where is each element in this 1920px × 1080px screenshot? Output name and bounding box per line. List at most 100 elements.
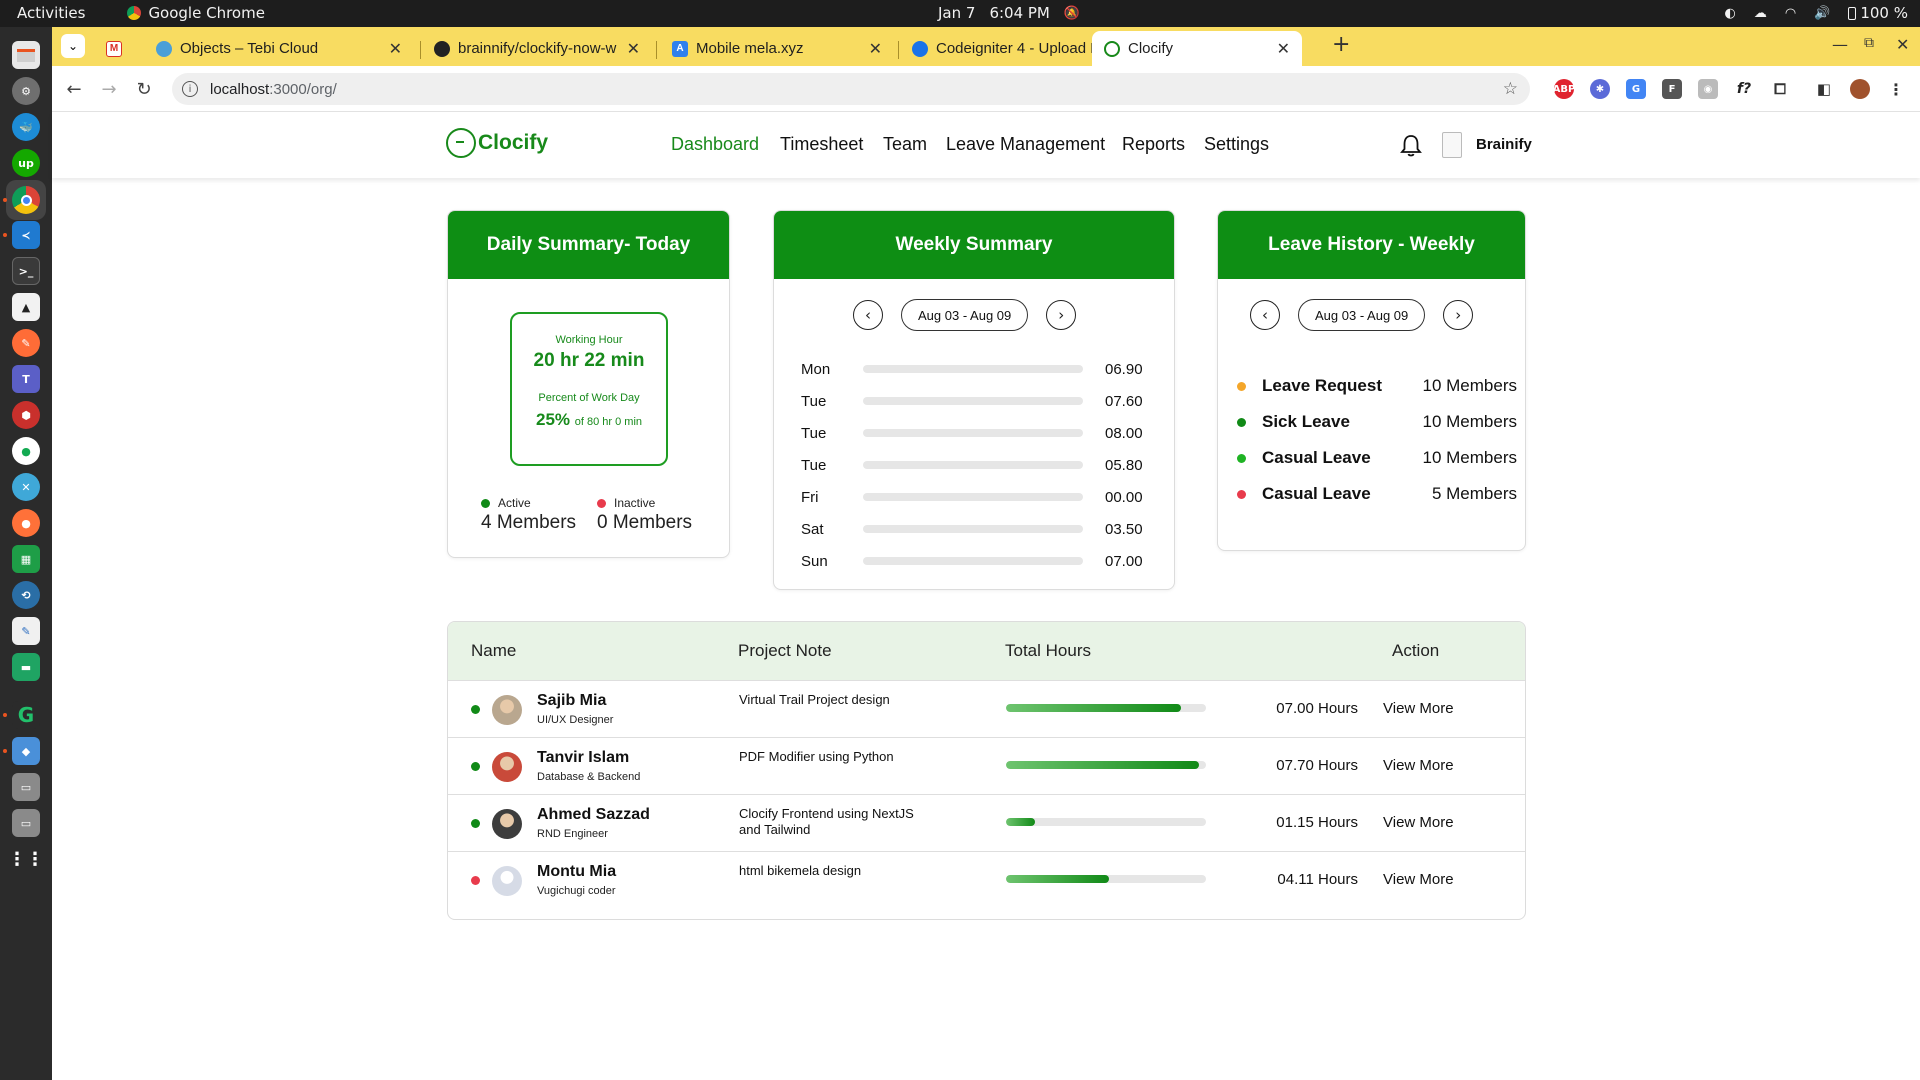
previous-week-button[interactable]: ‹ (853, 300, 883, 330)
close-window-button[interactable]: ✕ (1896, 35, 1909, 54)
minimize-icon: — (1832, 35, 1848, 54)
close-tab-icon[interactable]: ✕ (627, 39, 640, 59)
tab-tebi-cloud[interactable]: Objects – Tebi Cloud ✕ (144, 31, 414, 66)
tool-icon[interactable]: ⬢ (12, 401, 40, 429)
new-tab-button[interactable]: + (1332, 32, 1350, 57)
profile-avatar[interactable] (1850, 79, 1870, 99)
menu-dots-icon[interactable]: ⋮ (1886, 79, 1906, 99)
next-week-button[interactable]: › (1443, 300, 1474, 330)
clock[interactable]: Jan 7 6:04 PM 🔕 (938, 4, 1080, 22)
chrome-dock-icon[interactable] (12, 186, 40, 214)
notifications-muted-icon: 🔕 (1063, 5, 1081, 21)
close-tab-icon[interactable]: ✕ (1277, 39, 1290, 59)
table-row[interactable]: Ahmed Sazzad RND Engineer Clocify Frontend… (448, 794, 1525, 851)
spreadsheet-icon[interactable]: ▦ (12, 545, 40, 573)
project-note: PDF Modifier using Python (739, 749, 894, 764)
nav-reports[interactable]: Reports (1122, 134, 1185, 155)
terminal-icon[interactable]: >_ (12, 257, 40, 285)
previous-week-button[interactable]: ‹ (1250, 300, 1280, 330)
daily-summary-title: Daily Summary- Today (448, 211, 729, 279)
system-tray[interactable]: ◐ ☁ ◠ 🔊 100 % (1724, 4, 1908, 22)
extension-icon[interactable]: ✱ (1590, 79, 1610, 99)
nav-team[interactable]: Team (883, 134, 927, 155)
leave-date-range[interactable]: Aug 03 - Aug 09 (1298, 299, 1426, 331)
table-row[interactable]: Montu Mia Vugichugi coder html bikemela de… (448, 851, 1525, 908)
total-hours-fill (1006, 704, 1181, 712)
view-more-link[interactable]: View More (1383, 814, 1454, 831)
reload-button[interactable]: ↻ (131, 76, 157, 102)
nav-leave-management[interactable]: Leave Management (946, 134, 1105, 155)
nav-dashboard[interactable]: Dashboard (671, 134, 759, 155)
next-week-button[interactable]: › (1046, 300, 1077, 330)
chevron-left-icon: ‹ (1262, 306, 1268, 324)
inactive-status-dot (597, 498, 606, 508)
tab-github[interactable]: brainnify/clockify-now-w ✕ (422, 31, 652, 66)
leave-type-name: Casual Leave (1262, 448, 1371, 467)
minimize-button[interactable]: — (1832, 35, 1848, 54)
nav-timesheet[interactable]: Timesheet (780, 134, 863, 155)
text-editor-icon[interactable]: ✎ (12, 617, 40, 645)
activities-button[interactable]: Activities (17, 4, 85, 22)
tab-mobile-mela[interactable]: A Mobile mela.xyz ✕ (660, 31, 894, 66)
user-avatar[interactable] (1442, 132, 1462, 158)
column-header-name: Name (471, 641, 517, 660)
teams-icon[interactable]: T (12, 365, 40, 393)
table-row[interactable]: Tanvir Islam Database & Backend PDF Modifi… (448, 737, 1525, 794)
tab-clocify[interactable]: Clocify ✕ (1092, 31, 1302, 66)
weekly-row: Sun 07.00 (801, 551, 1151, 571)
docker-icon[interactable]: 🐳 (12, 113, 40, 141)
weekly-hours-value: 07.60 (1105, 392, 1143, 410)
close-tab-icon[interactable]: ✕ (869, 39, 882, 59)
url-host: localhost (210, 80, 270, 98)
view-more-link[interactable]: View More (1383, 757, 1454, 774)
package-icon[interactable]: ◆ (12, 737, 40, 765)
weekly-hours-bar (863, 557, 1083, 565)
camera-icon[interactable]: ◉ (1698, 79, 1718, 99)
settings-icon[interactable]: ⚙ (12, 77, 40, 105)
drive-icon[interactable]: ▭ (12, 773, 40, 801)
clocify-app: Clocify Dashboard Timesheet Team Leave M… (52, 112, 1920, 1080)
avatar (492, 695, 522, 725)
nav-settings[interactable]: Settings (1204, 134, 1269, 155)
org-name[interactable]: Brainify (1476, 136, 1532, 153)
address-bar[interactable]: i localhost:3000/org/ ☆ (172, 73, 1530, 105)
inkscape-icon[interactable]: ▲ (12, 293, 40, 321)
view-more-link[interactable]: View More (1383, 871, 1454, 888)
active-app-menu[interactable]: Google Chrome (127, 4, 265, 22)
upwork-icon[interactable]: up (12, 149, 40, 177)
view-more-link[interactable]: View More (1383, 700, 1454, 717)
debugger-icon[interactable]: ⟲ (12, 581, 40, 609)
side-panel-icon[interactable]: ◧ (1814, 79, 1834, 99)
firefox-icon[interactable]: ● (12, 509, 40, 537)
weekly-date-range[interactable]: Aug 03 - Aug 09 (901, 299, 1029, 331)
adblock-icon[interactable]: ABP (1553, 79, 1575, 99)
close-tab-icon[interactable]: ✕ (389, 39, 402, 59)
status-dot (471, 762, 480, 771)
tab-title: brainnify/clockify-now-w (458, 40, 617, 57)
forward-button[interactable]: → (96, 76, 122, 102)
drive-icon[interactable]: ▭ (12, 809, 40, 837)
postman-icon[interactable]: ✎ (12, 329, 40, 357)
running-indicator (3, 233, 7, 237)
app-icon[interactable]: ✕ (12, 473, 40, 501)
tab-search-button[interactable]: ⌄ (61, 34, 85, 58)
clocify-logo[interactable]: Clocify (446, 128, 548, 158)
bell-icon[interactable] (1400, 134, 1422, 158)
extension-icon[interactable]: F (1662, 79, 1682, 99)
files-icon[interactable] (12, 41, 40, 69)
back-button[interactable]: ← (61, 76, 87, 102)
translate-icon[interactable]: G (1626, 79, 1646, 99)
gitkraken-icon[interactable]: G (12, 701, 40, 729)
restore-button[interactable]: ⧉ (1864, 35, 1874, 51)
puzzle-icon[interactable]: ⧠ (1770, 79, 1790, 99)
show-apps-icon[interactable]: ⋮⋮ (8, 845, 44, 873)
site-info-icon[interactable]: i (182, 81, 198, 97)
bookmark-star-icon[interactable]: ☆ (1503, 79, 1518, 99)
tab-gmail[interactable]: M (96, 31, 138, 66)
employee-role: Database & Backend (537, 771, 641, 783)
vscode-icon[interactable]: ≺ (12, 221, 40, 249)
font-finder-icon[interactable]: f? (1734, 79, 1754, 99)
chat-icon[interactable]: ▬ (12, 653, 40, 681)
table-row[interactable]: Sajib Mia UI/UX Designer Virtual Trail Pro… (448, 680, 1525, 737)
mongodb-compass-icon[interactable]: ● (12, 437, 40, 465)
